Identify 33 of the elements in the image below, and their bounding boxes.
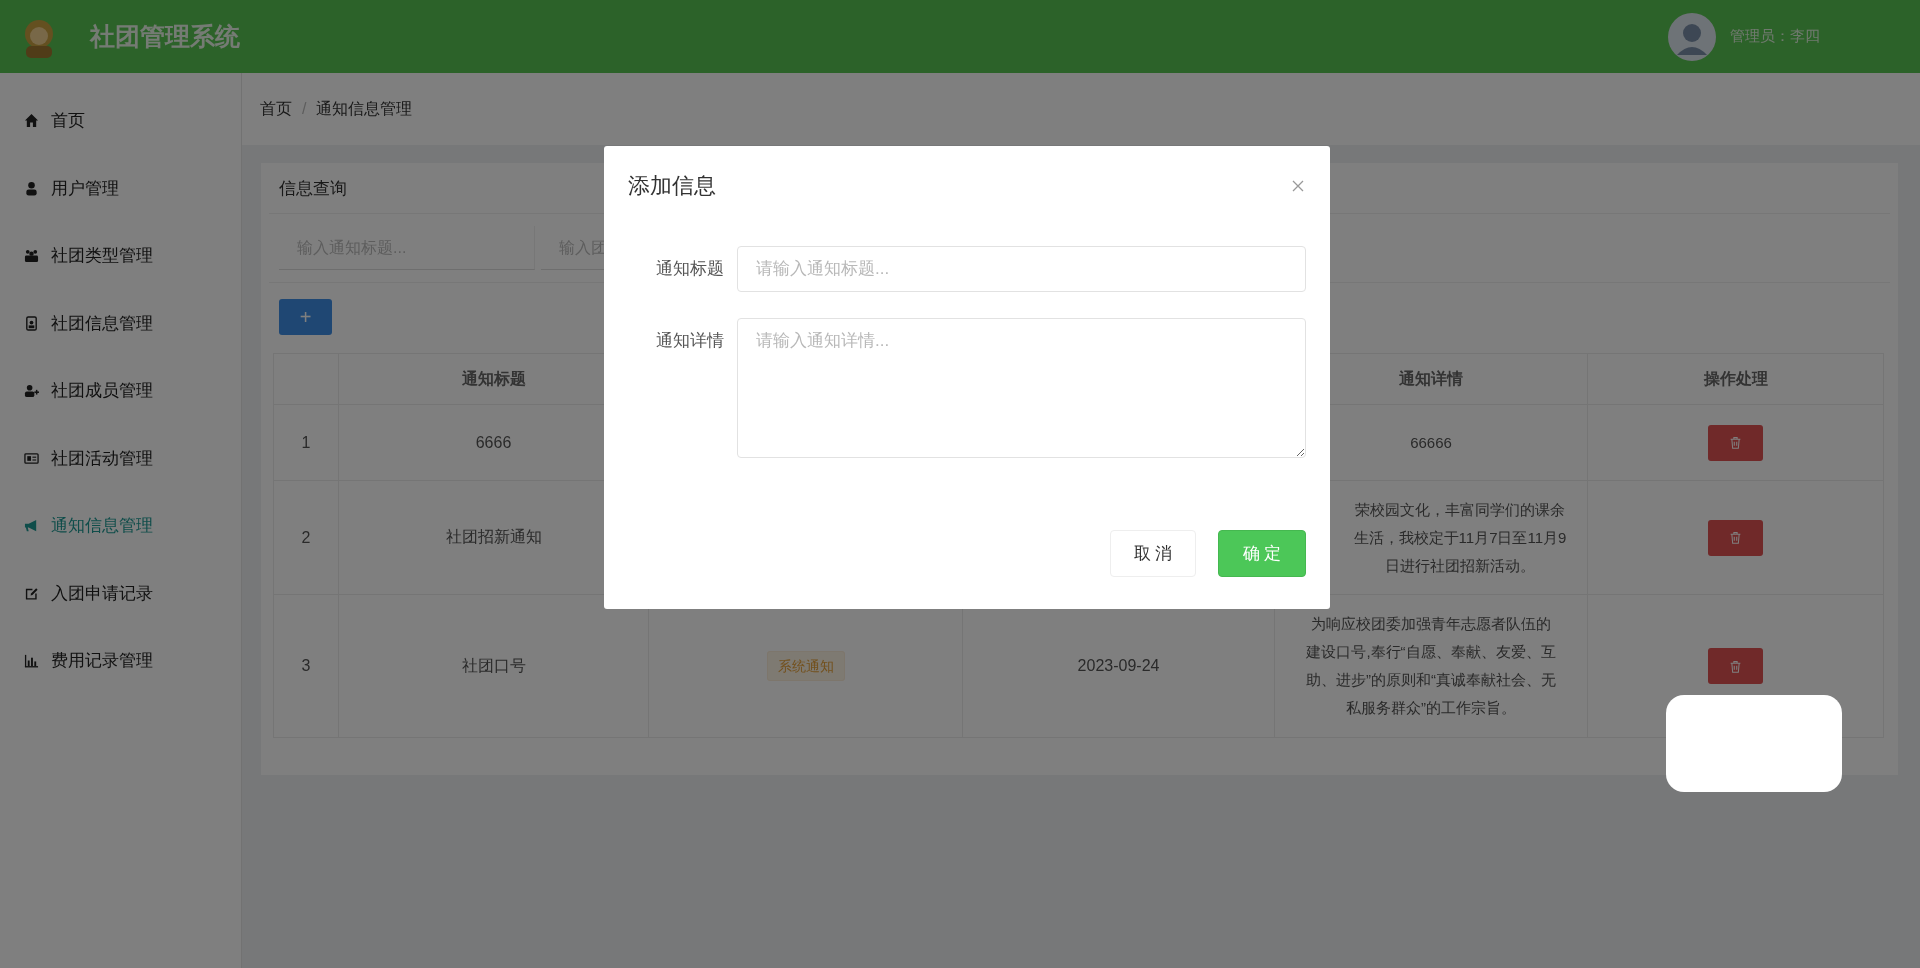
sidebar-item[interactable]: 通知信息管理 [0,492,241,560]
sidebar-item[interactable]: 社团活动管理 [0,424,241,492]
table-cell-text: 荣校园文化，丰富同学们的课余 生活，我校定于11月7日至11月9 日进行社团招新活动。 [1353,499,1567,576]
detail-textarea[interactable]: 请输入通知详情... [737,318,1306,458]
row-number: 3 [301,657,311,674]
row-number: 1 [301,433,311,451]
column-header: 通知详情 [1399,369,1463,387]
app-title: 社团管理系统 [90,21,240,52]
sidebar-item[interactable]: 社团信息管理 [0,289,241,357]
table-cell-text: 为响应校团委加强青年志愿者队伍的 建设口号,奉行“自愿、奉献、友爱、互 助、进步”的原则和“真诚奉献社会、无 私服务群众”的工作宗旨。 [1306,614,1556,718]
sidebar-item[interactable]: 首页 [0,87,241,155]
cancel-button[interactable]: 取 消 [1110,530,1196,577]
row-number: 2 [301,528,311,546]
sidebar-item[interactable]: 社团类型管理 [0,222,241,290]
sidebar-item[interactable]: 费用记录管理 [0,627,241,695]
dialog-title: 添加信息 [628,172,716,200]
breadcrumb-separator: / [302,100,307,118]
table-cell: 6666 [475,433,512,451]
column-header: 通知标题 [461,369,526,387]
breadcrumb-link[interactable]: 通知信息管理 [316,98,413,120]
table-cell: 2023-09-24 [1077,657,1160,674]
column-header: 操作处理 [1703,369,1768,387]
table-cell: 社团招新通知 [445,528,542,545]
title-input[interactable]: 请输入通知标题... [737,246,1306,292]
field-label: 通知标题 [655,258,725,280]
table-cell-text: 66666 [1410,432,1452,453]
type-tag: 系统通知 [766,650,845,681]
table-cell: 社团口号 [461,656,526,674]
field-label: 通知详情 [655,330,725,352]
sidebar-item[interactable]: 入团申请记录 [0,559,241,627]
breadcrumb-link[interactable]: 首页 [260,98,292,120]
sidebar-item[interactable]: 用户管理 [0,154,241,222]
sidebar-item[interactable]: 社团成员管理 [0,357,241,425]
